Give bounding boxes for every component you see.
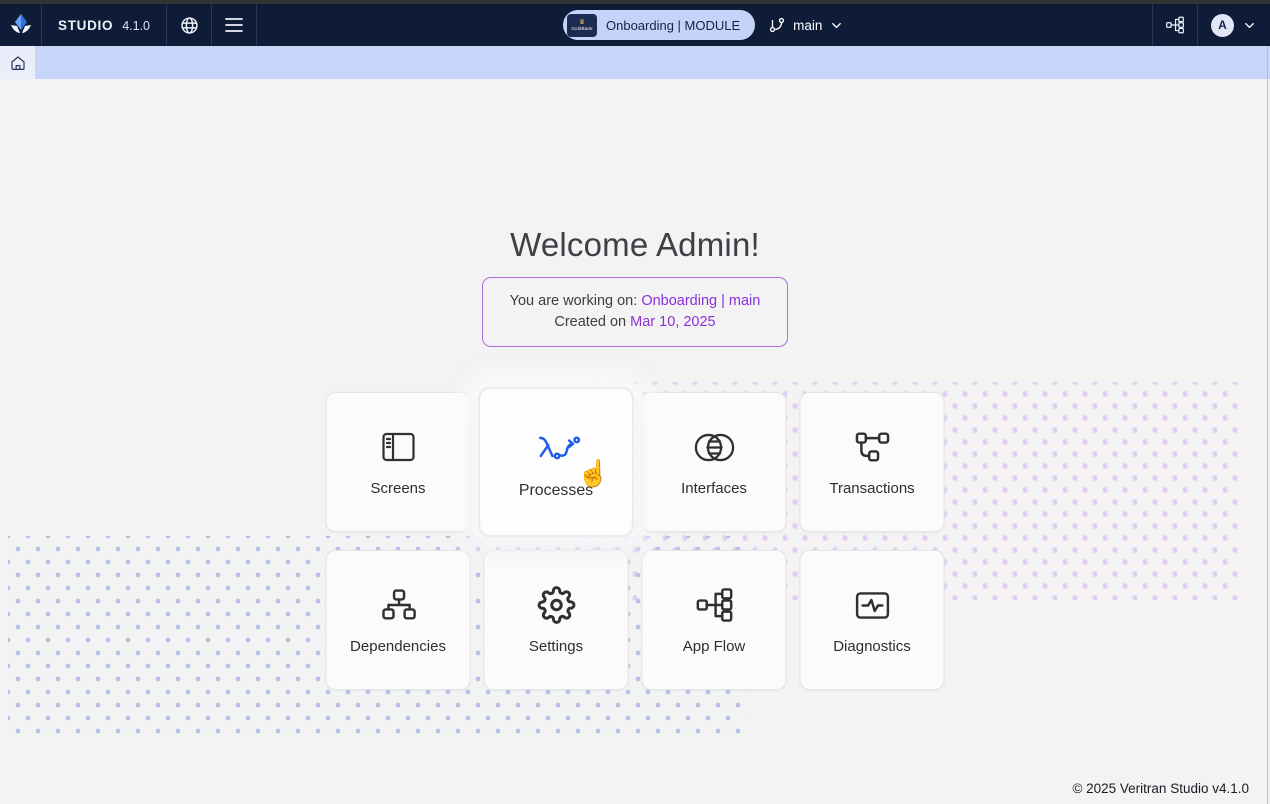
app-flow-icon <box>694 585 734 625</box>
interfaces-icon <box>692 427 736 467</box>
main-menu-button[interactable] <box>212 4 256 46</box>
page-title: Welcome Admin! <box>510 226 760 263</box>
branch-name: main <box>793 17 823 33</box>
flow-tree-icon <box>1165 15 1185 35</box>
card-screens[interactable]: Screens <box>325 392 471 532</box>
card-label: Dependencies <box>350 638 446 655</box>
dependencies-icon <box>378 585 418 625</box>
processes-icon <box>532 425 581 467</box>
card-label: App Flow <box>682 638 746 655</box>
breadcrumb-bar <box>0 46 1270 79</box>
divider <box>256 4 258 46</box>
flow-tree-button[interactable] <box>1153 4 1197 46</box>
scrollbar-track[interactable] <box>1267 46 1268 804</box>
card-diagnostics[interactable]: Diagnostics <box>799 550 945 690</box>
card-label: Transactions <box>829 480 915 497</box>
brand-version: 4.1.0 <box>122 18 151 33</box>
card-label: Settings <box>528 638 584 655</box>
card-label: Diagnostics <box>833 638 911 655</box>
avatar: A <box>1211 13 1234 37</box>
home-tab[interactable] <box>0 46 35 79</box>
created-on-line: Created on Mar 10, 2025 <box>554 314 716 330</box>
card-interfaces[interactable]: Interfaces <box>641 392 787 532</box>
branch-selector[interactable]: main <box>768 16 844 34</box>
goldbank-logo: ♛ GoldBank <box>567 13 597 37</box>
diagnostics-icon <box>852 585 892 625</box>
brand-name: STUDIO <box>58 17 114 33</box>
home-icon <box>9 54 27 72</box>
git-branch-icon <box>768 16 786 34</box>
workspace-info-box: You are working on: Onboarding | main Cr… <box>482 277 788 347</box>
chevron-down-icon <box>829 18 844 33</box>
crown-icon: ♛ <box>578 18 586 26</box>
app-brand: STUDIO 4.1.0 <box>42 18 166 33</box>
card-processes[interactable]: Processes <box>479 387 633 537</box>
working-on-line: You are working on: Onboarding | main <box>509 293 761 309</box>
card-label: Interfaces <box>681 480 747 497</box>
navbar-right: A <box>1152 4 1270 46</box>
module-badge[interactable]: ♛ GoldBank Onboarding | MODULE <box>563 10 756 40</box>
workspace-link[interactable]: Onboarding | main <box>641 293 760 309</box>
context-controls: ♛ GoldBank Onboarding | MODULE main <box>563 4 844 46</box>
card-dependencies[interactable]: Dependencies <box>325 550 471 690</box>
chevron-down-icon <box>1242 18 1257 33</box>
globe-icon <box>179 15 200 36</box>
transactions-icon <box>852 427 892 467</box>
screens-icon <box>380 427 416 467</box>
card-label: Screens <box>370 480 426 497</box>
veritran-logo[interactable] <box>0 4 41 46</box>
created-date: Mar 10, 2025 <box>630 314 716 330</box>
user-menu[interactable]: A <box>1198 13 1270 37</box>
settings-icon <box>537 585 575 625</box>
footer-copyright: © 2025 Veritran Studio v4.1.0 <box>1072 781 1249 796</box>
module-badge-label: Onboarding | MODULE <box>606 17 741 33</box>
menu-icon <box>224 17 244 33</box>
card-settings[interactable]: Settings <box>483 550 629 690</box>
module-cards-grid: Screens Processes Interfaces Transaction… <box>325 387 945 690</box>
card-app-flow[interactable]: App Flow <box>641 550 787 690</box>
main-content: Welcome Admin! You are working on: Onboa… <box>0 79 1270 804</box>
card-transactions[interactable]: Transactions <box>799 392 945 532</box>
top-navbar: STUDIO 4.1.0 ♛ GoldBank Onboarding | MOD… <box>0 4 1270 46</box>
hand-pointer-cursor: ☝ <box>577 458 610 488</box>
globe-button[interactable] <box>167 4 211 46</box>
